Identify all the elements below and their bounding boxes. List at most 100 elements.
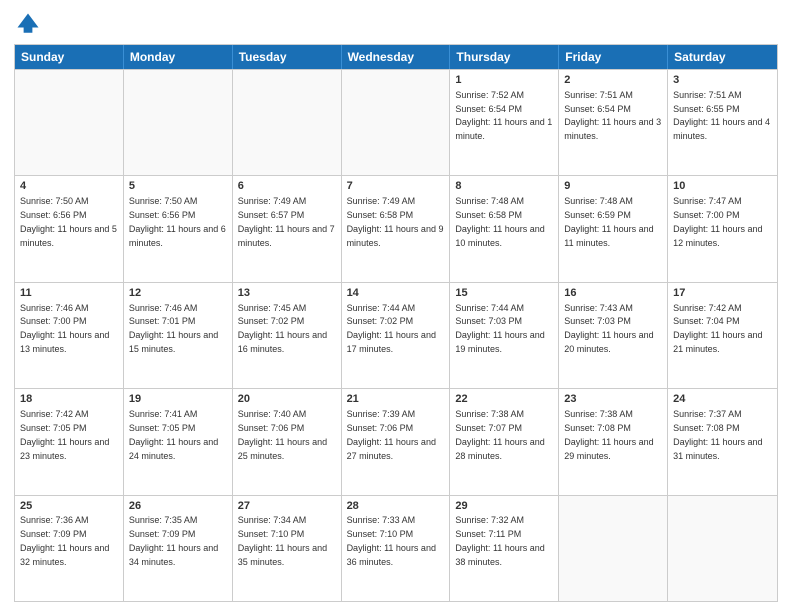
calendar-cell: 25Sunrise: 7:36 AM Sunset: 7:09 PM Dayli… xyxy=(15,496,124,601)
calendar-cell: 23 Sunrise: 7:38 AM Sunset: 7:08 PM Dayli… xyxy=(559,389,668,494)
sun-info: Sunrise: 7:52 AM Sunset: 6:54 PM Dayligh… xyxy=(455,90,552,141)
calendar-cell: 15 Sunrise: 7:44 AM Sunset: 7:03 PM Dayli… xyxy=(450,283,559,388)
day-number: 27 xyxy=(238,499,336,514)
sun-info: Sunrise: 7:50 AM Sunset: 6:56 PM Dayligh… xyxy=(20,196,117,247)
calendar-cell xyxy=(233,70,342,175)
sun-info: Sunrise: 7:43 AM Sunset: 7:03 PM Dayligh… xyxy=(564,303,653,354)
sun-info: Sunrise: 7:37 AM Sunset: 7:08 PM Dayligh… xyxy=(673,409,762,460)
calendar-cell: 4 Sunrise: 7:50 AM Sunset: 6:56 PM Daylig… xyxy=(15,176,124,281)
sun-info: Sunrise: 7:40 AM Sunset: 7:06 PM Dayligh… xyxy=(238,409,327,460)
sun-info: Sunrise: 7:48 AM Sunset: 6:58 PM Dayligh… xyxy=(455,196,544,247)
calendar-cell: 26Sunrise: 7:35 AM Sunset: 7:09 PM Dayli… xyxy=(124,496,233,601)
day-number: 21 xyxy=(347,392,445,407)
calendar-body: 1 Sunrise: 7:52 AM Sunset: 6:54 PM Daylig… xyxy=(15,69,777,601)
calendar-cell: 29Sunrise: 7:32 AM Sunset: 7:11 PM Dayli… xyxy=(450,496,559,601)
logo-icon xyxy=(14,10,42,38)
day-number: 28 xyxy=(347,499,445,514)
logo xyxy=(14,10,46,38)
calendar-cell: 7 Sunrise: 7:49 AM Sunset: 6:58 PM Daylig… xyxy=(342,176,451,281)
header-day-thursday: Thursday xyxy=(450,45,559,69)
calendar-cell xyxy=(124,70,233,175)
calendar-cell: 6Sunrise: 7:49 AM Sunset: 6:57 PM Daylig… xyxy=(233,176,342,281)
sun-info: Sunrise: 7:42 AM Sunset: 7:04 PM Dayligh… xyxy=(673,303,762,354)
sun-info: Sunrise: 7:38 AM Sunset: 7:07 PM Dayligh… xyxy=(455,409,544,460)
calendar-cell xyxy=(668,496,777,601)
calendar-row-1: 4 Sunrise: 7:50 AM Sunset: 6:56 PM Daylig… xyxy=(15,175,777,281)
sun-info: Sunrise: 7:46 AM Sunset: 7:00 PM Dayligh… xyxy=(20,303,109,354)
header-day-friday: Friday xyxy=(559,45,668,69)
calendar-cell xyxy=(15,70,124,175)
header-day-saturday: Saturday xyxy=(668,45,777,69)
header-day-tuesday: Tuesday xyxy=(233,45,342,69)
calendar-cell: 16 Sunrise: 7:43 AM Sunset: 7:03 PM Dayli… xyxy=(559,283,668,388)
calendar-cell: 20Sunrise: 7:40 AM Sunset: 7:06 PM Dayli… xyxy=(233,389,342,494)
day-number: 10 xyxy=(673,179,772,194)
sun-info: Sunrise: 7:48 AM Sunset: 6:59 PM Dayligh… xyxy=(564,196,653,247)
sun-info: Sunrise: 7:49 AM Sunset: 6:58 PM Dayligh… xyxy=(347,196,444,247)
day-number: 14 xyxy=(347,286,445,301)
calendar-cell: 27Sunrise: 7:34 AM Sunset: 7:10 PM Dayli… xyxy=(233,496,342,601)
day-number: 11 xyxy=(20,286,118,301)
calendar-row-2: 11 Sunrise: 7:46 AM Sunset: 7:00 PM Dayli… xyxy=(15,282,777,388)
day-number: 7 xyxy=(347,179,445,194)
day-number: 23 xyxy=(564,392,662,407)
day-number: 26 xyxy=(129,499,227,514)
calendar-cell: 13 Sunrise: 7:45 AM Sunset: 7:02 PM Dayli… xyxy=(233,283,342,388)
calendar-cell: 10Sunrise: 7:47 AM Sunset: 7:00 PM Dayli… xyxy=(668,176,777,281)
calendar-cell: 3Sunrise: 7:51 AM Sunset: 6:55 PM Daylig… xyxy=(668,70,777,175)
calendar-cell: 19 Sunrise: 7:41 AM Sunset: 7:05 PM Dayli… xyxy=(124,389,233,494)
day-number: 16 xyxy=(564,286,662,301)
calendar-cell: 21 Sunrise: 7:39 AM Sunset: 7:06 PM Dayli… xyxy=(342,389,451,494)
sun-info: Sunrise: 7:35 AM Sunset: 7:09 PM Dayligh… xyxy=(129,515,218,566)
calendar-cell: 11 Sunrise: 7:46 AM Sunset: 7:00 PM Dayli… xyxy=(15,283,124,388)
sun-info: Sunrise: 7:44 AM Sunset: 7:03 PM Dayligh… xyxy=(455,303,544,354)
day-number: 19 xyxy=(129,392,227,407)
day-number: 9 xyxy=(564,179,662,194)
calendar-row-3: 18 Sunrise: 7:42 AM Sunset: 7:05 PM Dayli… xyxy=(15,388,777,494)
day-number: 25 xyxy=(20,499,118,514)
calendar: SundayMondayTuesdayWednesdayThursdayFrid… xyxy=(14,44,778,602)
calendar-row-0: 1 Sunrise: 7:52 AM Sunset: 6:54 PM Daylig… xyxy=(15,69,777,175)
calendar-header: SundayMondayTuesdayWednesdayThursdayFrid… xyxy=(15,45,777,69)
day-number: 13 xyxy=(238,286,336,301)
sun-info: Sunrise: 7:51 AM Sunset: 6:54 PM Dayligh… xyxy=(564,90,661,141)
sun-info: Sunrise: 7:42 AM Sunset: 7:05 PM Dayligh… xyxy=(20,409,109,460)
sun-info: Sunrise: 7:39 AM Sunset: 7:06 PM Dayligh… xyxy=(347,409,436,460)
calendar-cell: 28Sunrise: 7:33 AM Sunset: 7:10 PM Dayli… xyxy=(342,496,451,601)
day-number: 6 xyxy=(238,179,336,194)
sun-info: Sunrise: 7:36 AM Sunset: 7:09 PM Dayligh… xyxy=(20,515,109,566)
sun-info: Sunrise: 7:46 AM Sunset: 7:01 PM Dayligh… xyxy=(129,303,218,354)
sun-info: Sunrise: 7:34 AM Sunset: 7:10 PM Dayligh… xyxy=(238,515,327,566)
sun-info: Sunrise: 7:38 AM Sunset: 7:08 PM Dayligh… xyxy=(564,409,653,460)
day-number: 29 xyxy=(455,499,553,514)
day-number: 4 xyxy=(20,179,118,194)
header xyxy=(14,10,778,38)
calendar-cell xyxy=(342,70,451,175)
calendar-cell: 22 Sunrise: 7:38 AM Sunset: 7:07 PM Dayli… xyxy=(450,389,559,494)
calendar-cell: 17 Sunrise: 7:42 AM Sunset: 7:04 PM Dayli… xyxy=(668,283,777,388)
header-day-monday: Monday xyxy=(124,45,233,69)
sun-info: Sunrise: 7:41 AM Sunset: 7:05 PM Dayligh… xyxy=(129,409,218,460)
calendar-cell: 1 Sunrise: 7:52 AM Sunset: 6:54 PM Daylig… xyxy=(450,70,559,175)
sun-info: Sunrise: 7:44 AM Sunset: 7:02 PM Dayligh… xyxy=(347,303,436,354)
calendar-cell: 14 Sunrise: 7:44 AM Sunset: 7:02 PM Dayli… xyxy=(342,283,451,388)
header-day-sunday: Sunday xyxy=(15,45,124,69)
sun-info: Sunrise: 7:45 AM Sunset: 7:02 PM Dayligh… xyxy=(238,303,327,354)
calendar-row-4: 25Sunrise: 7:36 AM Sunset: 7:09 PM Dayli… xyxy=(15,495,777,601)
day-number: 22 xyxy=(455,392,553,407)
day-number: 18 xyxy=(20,392,118,407)
day-number: 1 xyxy=(455,73,553,88)
day-number: 17 xyxy=(673,286,772,301)
sun-info: Sunrise: 7:51 AM Sunset: 6:55 PM Dayligh… xyxy=(673,90,770,141)
sun-info: Sunrise: 7:32 AM Sunset: 7:11 PM Dayligh… xyxy=(455,515,544,566)
sun-info: Sunrise: 7:50 AM Sunset: 6:56 PM Dayligh… xyxy=(129,196,226,247)
day-number: 2 xyxy=(564,73,662,88)
calendar-cell: 24Sunrise: 7:37 AM Sunset: 7:08 PM Dayli… xyxy=(668,389,777,494)
calendar-cell: 12Sunrise: 7:46 AM Sunset: 7:01 PM Dayli… xyxy=(124,283,233,388)
calendar-cell: 2 Sunrise: 7:51 AM Sunset: 6:54 PM Daylig… xyxy=(559,70,668,175)
header-day-wednesday: Wednesday xyxy=(342,45,451,69)
sun-info: Sunrise: 7:33 AM Sunset: 7:10 PM Dayligh… xyxy=(347,515,436,566)
day-number: 5 xyxy=(129,179,227,194)
day-number: 15 xyxy=(455,286,553,301)
calendar-cell: 8Sunrise: 7:48 AM Sunset: 6:58 PM Daylig… xyxy=(450,176,559,281)
